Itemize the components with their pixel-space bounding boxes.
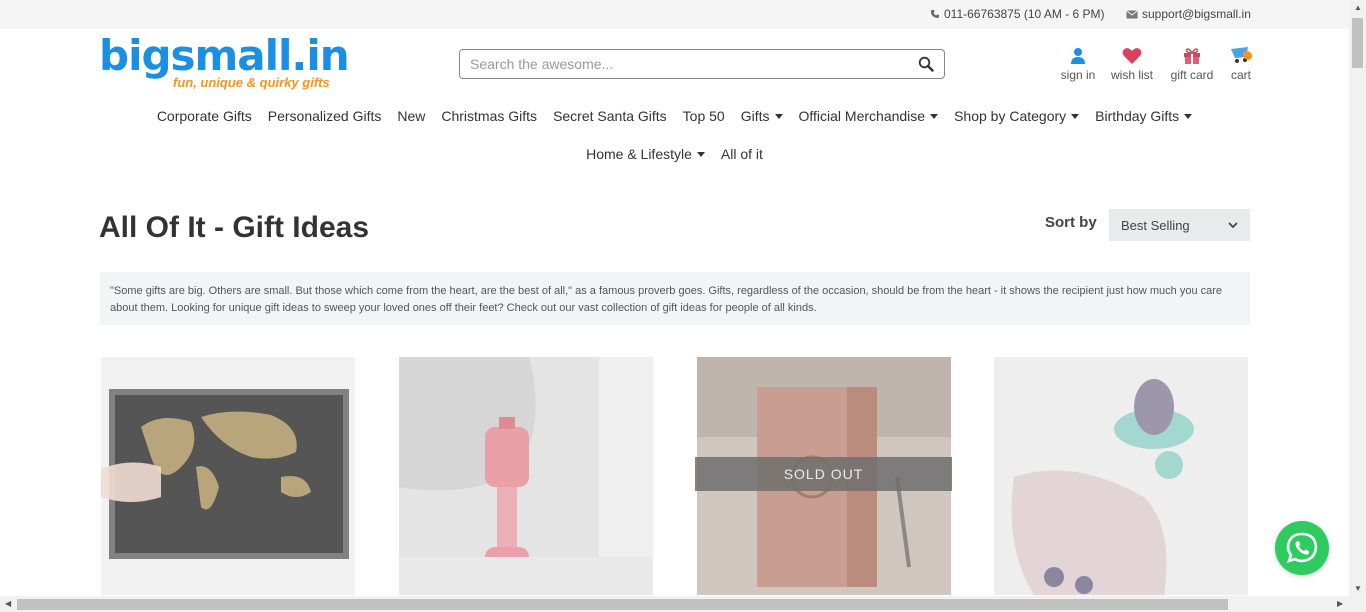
search-input[interactable]: [460, 50, 890, 78]
search-icon[interactable]: [918, 56, 934, 72]
user-icon: [1071, 48, 1085, 64]
caret-down-icon: [696, 151, 705, 157]
heart-icon: [1122, 48, 1142, 64]
nav-secret-santa-gifts[interactable]: Secret Santa Gifts: [545, 108, 675, 124]
logo-tagline: fun, unique & quirky gifts: [173, 75, 330, 90]
phone-icon: [931, 10, 939, 18]
sign-in-label: sign in: [1060, 68, 1096, 82]
horizontal-scroll-thumb[interactable]: [17, 599, 1228, 610]
caret-down-icon: [1184, 113, 1193, 119]
product-image: [399, 357, 653, 595]
phone-contact[interactable]: 011-66763875 (10 AM - 6 PM): [930, 7, 1105, 21]
page-title: All Of It - Gift Ideas: [99, 211, 370, 244]
top-contact-bar: 011-66763875 (10 AM - 6 PM) support@bigs…: [0, 0, 1349, 29]
product-card-ring-holder[interactable]: [994, 357, 1248, 595]
email-text: support@bigsmall.in: [1142, 7, 1251, 21]
site-logo[interactable]: bigsmall.in fun, unique & quirky gifts: [99, 31, 350, 95]
main-nav-row-2: Home & Lifestyle All of it: [0, 146, 1349, 162]
wish-list-link[interactable]: wish list: [1108, 43, 1156, 82]
vertical-scrollbar[interactable]: ▲ ▼: [1349, 0, 1366, 596]
caret-down-icon: [930, 113, 939, 119]
nav-christmas-gifts[interactable]: Christmas Gifts: [433, 108, 545, 124]
cart-icon: [1231, 47, 1253, 63]
nav-personalized-gifts[interactable]: Personalized Gifts: [260, 108, 390, 124]
scroll-right-arrow-icon[interactable]: ▶: [1337, 599, 1343, 608]
main-nav: Corporate Gifts Personalized Gifts New C…: [0, 108, 1349, 124]
wish-list-label: wish list: [1110, 68, 1153, 82]
chevron-down-icon: [1228, 221, 1238, 228]
product-image: [101, 357, 355, 595]
search-box: [459, 49, 945, 79]
nav-top-50[interactable]: Top 50: [675, 108, 733, 124]
nav-label: Birthday Gifts: [1095, 108, 1180, 124]
scroll-left-arrow-icon[interactable]: ◀: [5, 599, 11, 608]
nav-label: Home & Lifestyle: [586, 146, 692, 162]
phone-text: 011-66763875 (10 AM - 6 PM): [944, 7, 1105, 21]
whatsapp-icon: [1286, 532, 1318, 564]
nav-label: Top 50: [682, 108, 725, 124]
cart-link[interactable]: cart: [1226, 43, 1256, 82]
sort-dropdown[interactable]: Best Selling: [1109, 209, 1250, 241]
nav-label: Official Merchandise: [798, 108, 926, 124]
nav-label: Personalized Gifts: [267, 108, 382, 124]
nav-label: Corporate Gifts: [156, 108, 252, 124]
sign-in-link[interactable]: sign in: [1060, 43, 1096, 82]
scroll-up-arrow-icon[interactable]: ▲: [1354, 3, 1362, 12]
nav-shop-by-category[interactable]: Shop by Category: [946, 108, 1087, 124]
whatsapp-chat-button[interactable]: [1275, 521, 1329, 575]
gift-card-link[interactable]: gift card: [1168, 43, 1216, 82]
nav-all-of-it[interactable]: All of it: [713, 146, 771, 162]
nav-corporate-gifts[interactable]: Corporate Gifts: [149, 108, 260, 124]
product-card-dumbbell-bottle[interactable]: [399, 357, 653, 595]
email-contact[interactable]: support@bigsmall.in: [1126, 7, 1251, 21]
horizontal-scrollbar[interactable]: ◀ ▶: [0, 596, 1366, 612]
nav-label: Secret Santa Gifts: [553, 108, 667, 124]
nav-official-merchandise[interactable]: Official Merchandise: [791, 108, 947, 124]
gift-card-label: gift card: [1170, 68, 1214, 82]
nav-label: Shop by Category: [954, 108, 1067, 124]
product-card-scratch-map[interactable]: [101, 357, 355, 595]
sold-out-badge: SOLD OUT: [695, 457, 952, 491]
envelope-icon: [1126, 9, 1138, 18]
nav-label: Gifts: [740, 108, 770, 124]
cart-label: cart: [1230, 68, 1251, 82]
gift-icon: [1184, 48, 1200, 64]
logo-name: bigsmall.in: [99, 31, 350, 80]
vertical-scroll-thumb[interactable]: [1352, 18, 1363, 68]
nav-label: All of it: [720, 146, 763, 162]
nav-label: Christmas Gifts: [441, 108, 538, 124]
caret-down-icon: [1071, 113, 1080, 119]
product-image: [994, 357, 1248, 595]
scroll-down-arrow-icon[interactable]: ▼: [1354, 584, 1362, 593]
nav-label: New: [397, 108, 426, 124]
nav-home-lifestyle[interactable]: Home & Lifestyle: [578, 146, 713, 162]
sort-label: Sort by: [1045, 214, 1097, 231]
nav-gifts[interactable]: Gifts: [733, 108, 791, 124]
nav-new[interactable]: New: [389, 108, 433, 124]
category-description: "Some gifts are big. Others are small. B…: [100, 272, 1250, 325]
nav-birthday-gifts[interactable]: Birthday Gifts: [1087, 108, 1200, 124]
sort-value: Best Selling: [1121, 217, 1190, 233]
caret-down-icon: [774, 113, 783, 119]
